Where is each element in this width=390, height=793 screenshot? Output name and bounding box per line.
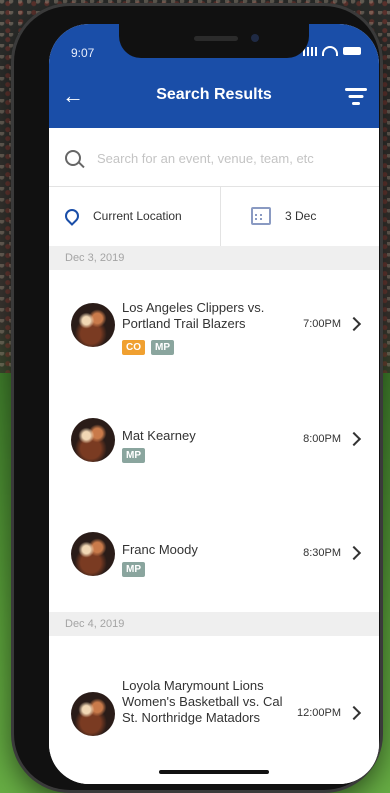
section-date-header: Dec 3, 2019	[49, 246, 379, 270]
event-thumbnail	[71, 303, 115, 347]
status-time: 9:07	[71, 46, 95, 60]
event-name: Franc Moody	[122, 542, 198, 557]
location-label: Current Location	[93, 209, 182, 223]
section-date-header: Dec 4, 2019	[49, 612, 379, 636]
event-time: 8:00PM	[303, 433, 341, 445]
event-badges: CO MP	[122, 340, 174, 355]
event-time: 7:00PM	[303, 318, 341, 330]
date-filter[interactable]: 3 Dec	[221, 186, 379, 246]
phone-screen: 9:07 ← Search Results Search for an even…	[49, 24, 379, 784]
filter-button[interactable]	[343, 84, 369, 108]
event-name: Los Angeles Clippers vs. Portland Trail …	[122, 300, 265, 331]
badge-mp: MP	[122, 562, 145, 577]
date-label: 3 Dec	[285, 209, 317, 223]
home-indicator[interactable]	[159, 770, 269, 774]
front-camera	[251, 34, 259, 42]
event-row[interactable]: Los Angeles Clippers vs. Portland Trail …	[49, 270, 379, 385]
location-pin-icon	[62, 206, 82, 226]
search-input[interactable]	[95, 146, 369, 170]
event-row[interactable]: Loyola Marymount Lions Women's Basketbal…	[49, 636, 379, 784]
chevron-right-icon	[346, 316, 362, 332]
phone-frame: 9:07 ← Search Results Search for an even…	[14, 6, 380, 790]
event-row[interactable]: Franc Moody MP 8:30PM	[49, 498, 379, 613]
event-badges: MP	[122, 562, 145, 577]
phone-notch	[119, 24, 309, 58]
chevron-right-icon	[346, 705, 362, 721]
badge-mp: MP	[122, 448, 145, 463]
event-thumbnail	[71, 692, 115, 736]
search-bar	[49, 128, 379, 187]
battery-icon	[343, 47, 361, 55]
location-filter[interactable]: Current Location	[49, 186, 221, 246]
event-name: Loyola Marymount Lions Women's Basketbal…	[122, 678, 283, 725]
event-badges: MP	[122, 448, 145, 463]
event-thumbnail	[71, 532, 115, 576]
chevron-right-icon	[346, 431, 362, 447]
badge-mp: MP	[151, 340, 174, 355]
event-thumbnail	[71, 418, 115, 462]
event-time: 8:30PM	[303, 547, 341, 559]
chevron-right-icon	[346, 545, 362, 561]
badge-co: CO	[122, 340, 145, 355]
calendar-icon	[251, 207, 271, 225]
event-time: 12:00PM	[296, 707, 341, 719]
page-title: Search Results	[156, 86, 272, 103]
event-name: Mat Kearney	[122, 428, 196, 443]
speaker-grille	[194, 36, 238, 41]
status-icons	[303, 46, 361, 56]
search-icon	[65, 150, 81, 166]
filter-row: Current Location 3 Dec	[49, 186, 379, 247]
wifi-icon	[322, 46, 338, 56]
event-row[interactable]: Mat Kearney MP 8:00PM	[49, 384, 379, 499]
